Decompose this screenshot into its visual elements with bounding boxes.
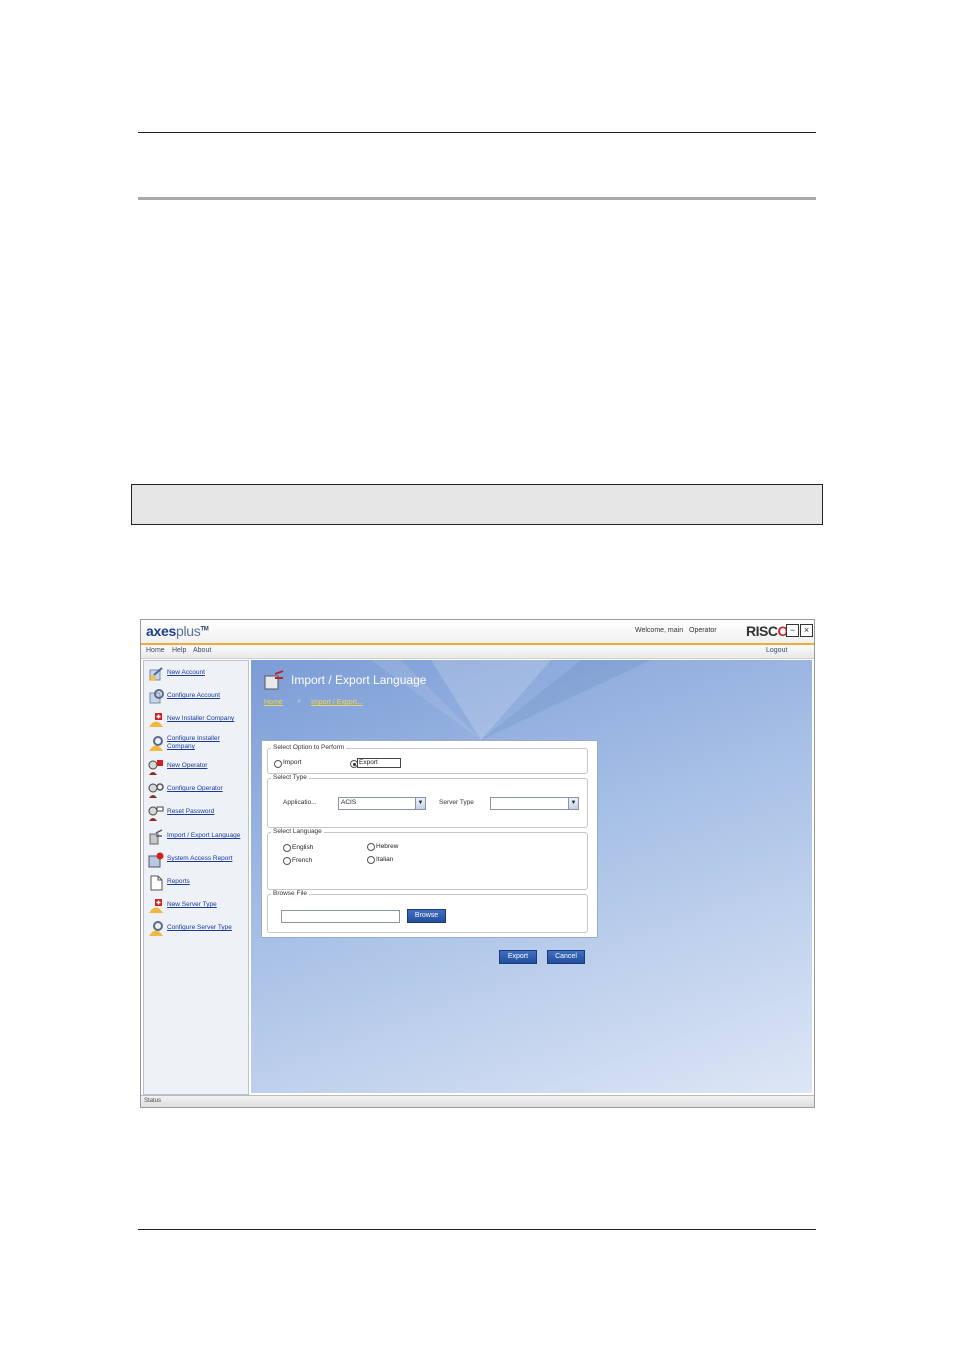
reset-password-icon (148, 806, 164, 821)
system-access-report-icon (148, 852, 164, 868)
close-button[interactable]: × (800, 624, 813, 637)
menu-about[interactable]: About (193, 647, 211, 654)
english-label: English (292, 844, 314, 851)
sidebar-item-import-export-language[interactable]: Import / Export Language (146, 827, 246, 849)
chevron-down-icon: ▼ (568, 798, 578, 809)
italian-radio[interactable] (367, 856, 375, 864)
import-export-page-icon (264, 670, 284, 690)
minimize-button[interactable]: − (786, 624, 799, 637)
page-title: Import / Export Language (291, 673, 427, 687)
option-group-title: Select Option to Perform (271, 744, 347, 752)
import-radio[interactable] (274, 760, 282, 768)
sidebar-item-configure-account[interactable]: Configure Account (146, 687, 246, 709)
sidebar-item-label: Configure Installer Company (167, 735, 220, 750)
breadcrumb-current[interactable]: Import / Export... (311, 699, 363, 706)
sidebar-item-label: New Server Type (167, 901, 217, 908)
reports-icon (150, 875, 163, 891)
configure-server-type-icon (149, 921, 163, 936)
sidebar-item-new-server-type[interactable]: New Server Type (146, 896, 246, 918)
french-radio[interactable] (283, 857, 291, 865)
new-server-type-icon (149, 899, 163, 913)
user-role: Operator (689, 627, 717, 634)
header-rule (138, 132, 816, 133)
server-type-label: Server Type (439, 799, 474, 806)
status-text: Status (144, 1098, 162, 1104)
sidebar-item-label: System Access Report (167, 855, 233, 862)
menu-bar: Home Help About Logout (141, 645, 814, 659)
form-panel: Select Option to Perform Import Export S… (261, 740, 598, 938)
browse-button[interactable]: Browse (407, 909, 446, 923)
configure-installer-company-icon (149, 736, 163, 751)
sidebar-item-label: Reset Password (167, 808, 215, 815)
type-group: Select Type Applicatio... ACIS ▼ Server … (267, 774, 588, 828)
italian-label: Italian (376, 856, 394, 863)
sidebar-item-new-account[interactable]: New Account (146, 664, 246, 686)
sidebar-item-configure-server-type[interactable]: Configure Server Type (146, 919, 246, 941)
menu-help[interactable]: Help (172, 647, 186, 654)
new-account-icon (149, 667, 163, 681)
application-value: ACIS (341, 799, 357, 806)
option-group: Select Option to Perform Import Export (267, 744, 588, 774)
hebrew-label: Hebrew (376, 843, 399, 850)
configure-operator-icon (148, 783, 164, 798)
new-installer-company-icon (149, 713, 163, 727)
browse-group: Browse File Browse (267, 890, 588, 933)
note-box (131, 484, 823, 525)
english-radio[interactable] (283, 844, 291, 852)
sidebar-item-label: New Installer Company (167, 715, 235, 722)
configure-account-icon (149, 689, 164, 704)
sidebar-item-new-installer-company[interactable]: New Installer Company (146, 710, 246, 732)
sidebar-item-new-operator[interactable]: New Operator (146, 757, 246, 779)
new-operator-icon (148, 760, 163, 775)
title-bar: axesplusTM Welcome, main Operator RISCO … (141, 620, 814, 645)
application-label: Applicatio... (283, 799, 317, 806)
app-window: axesplusTM Welcome, main Operator RISCO … (140, 619, 815, 1108)
application-select[interactable]: ACIS ▼ (338, 797, 426, 810)
main-content: Import / Export Language Home » Import /… (251, 660, 812, 1093)
breadcrumb-separator: » (297, 698, 301, 705)
sidebar-item-label: Configure Account (167, 692, 221, 699)
sidebar-item-reports[interactable]: Reports (146, 873, 246, 895)
import-export-language-icon (149, 829, 163, 845)
import-radio-label: Import (283, 759, 302, 766)
sidebar-item-label: New Account (167, 669, 205, 676)
language-group: Select Language English Hebrew French It… (267, 828, 588, 890)
browse-group-title: Browse File (271, 890, 309, 898)
chevron-down-icon: ▼ (415, 798, 425, 809)
footer-rule (138, 1229, 816, 1230)
logout-link[interactable]: Logout (766, 647, 787, 654)
risco-logo: RISCO (746, 623, 788, 639)
sidebar-item-label: Configure Server Type (167, 924, 232, 931)
section-rule (138, 197, 816, 200)
sidebar-item-system-access-report[interactable]: System Access Report (146, 850, 246, 872)
hebrew-radio[interactable] (367, 843, 375, 851)
sidebar-item-label: Configure Operator (167, 785, 223, 792)
french-label: French (292, 857, 313, 864)
type-group-title: Select Type (271, 774, 309, 782)
breadcrumb-home[interactable]: Home (264, 699, 283, 706)
sidebar-item-label: Import / Export Language (167, 832, 241, 839)
export-radio-label: Export (357, 758, 401, 768)
export-button[interactable]: Export (499, 950, 537, 964)
sidebar-item-reset-password[interactable]: Reset Password (146, 803, 246, 825)
sidebar-item-label: New Operator (167, 762, 208, 769)
cancel-button[interactable]: Cancel (547, 950, 585, 964)
welcome-text: Welcome, main (635, 627, 684, 634)
language-group-title: Select Language (271, 828, 324, 836)
sidebar-item-label: Reports (167, 878, 190, 885)
browse-file-input[interactable] (281, 910, 400, 923)
sidebar-item-configure-operator[interactable]: Configure Operator (146, 780, 246, 802)
sidebar: New Account Configure Account New Instal… (143, 660, 249, 1095)
menu-home[interactable]: Home (146, 647, 165, 654)
sidebar-item-configure-installer-company[interactable]: Configure Installer Company (146, 731, 246, 757)
server-type-select[interactable]: ▼ (490, 797, 579, 810)
axesplus-logo: axesplusTM (146, 623, 209, 639)
status-bar: Status (141, 1095, 814, 1107)
